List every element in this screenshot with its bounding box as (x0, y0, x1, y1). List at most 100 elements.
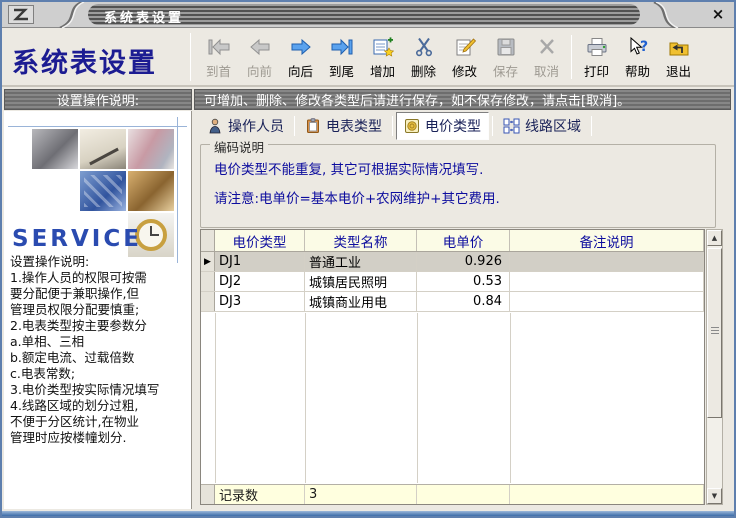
sidebar: SERVICE 设置操作说明: 1.操作人员的权限可按需 要分配便于兼职操作,但… (4, 111, 192, 509)
toolbar-label: 到首 (206, 61, 231, 80)
person-icon (207, 118, 223, 134)
photo-instruments (128, 129, 174, 169)
help-icon: ? (627, 35, 649, 59)
record-count-value: 3 (305, 485, 417, 504)
instructions-text: 设置操作说明: 1.操作人员的权限可按需 要分配便于兼职操作,但 管理员权限分配… (10, 254, 190, 446)
row-indicator-header (201, 230, 215, 251)
titlebar-curve-right (648, 2, 682, 28)
app-window: 系统表设置 × 系统表设置 到首 向前 (0, 0, 736, 518)
toolbar-label: 删除 (411, 61, 436, 80)
tab-price-types[interactable]: 电价类型 (396, 112, 489, 140)
table-row[interactable]: DJ2 城镇居民照明 0.53 (201, 272, 704, 292)
pages-arrows-icon (503, 118, 520, 134)
tab-line-areas[interactable]: 线路区域 (496, 113, 588, 139)
toolbar-label: 向前 (247, 61, 272, 80)
photo-tools (32, 129, 78, 169)
column-header-type-name: 类型名称 (305, 230, 417, 251)
cell-unit-price: 0.53 (417, 272, 510, 291)
cell-remarks (510, 292, 704, 311)
table-row[interactable]: ▶ DJ1 普通工业 0.926 (201, 252, 704, 272)
grid-line (417, 313, 418, 483)
cell-type-name: 城镇居民照明 (305, 272, 417, 291)
scrollbar-thumb[interactable] (707, 248, 722, 418)
main-panel: 操作人员 电表类型 电价类型 线路区域 编码说明 电价类型不能重复, 其它可根据… (195, 111, 731, 509)
row-indicator (201, 292, 215, 311)
toolbar-label: 修改 (452, 61, 477, 80)
save-button[interactable]: 保存 (485, 31, 526, 83)
scroll-down-button[interactable]: ▼ (707, 488, 722, 504)
toolbar-label: 取消 (534, 61, 559, 80)
clipboard-icon (305, 118, 321, 134)
toolbar-label: 增加 (370, 61, 395, 80)
tab-label: 操作人员 (228, 116, 284, 136)
scroll-up-button[interactable]: ▲ (707, 230, 722, 246)
service-text: SERVICE (12, 226, 142, 252)
cell-remarks (510, 252, 704, 271)
page-title: 系统表设置 (12, 41, 184, 80)
header-separator (190, 33, 191, 81)
column-header-remarks: 备注说明 (510, 230, 704, 251)
tab-separator (392, 116, 393, 136)
help-button[interactable]: ? 帮助 (617, 31, 658, 83)
collage-hairline-h (8, 126, 187, 127)
photo-gold (128, 171, 174, 211)
tab-label: 电表类型 (326, 116, 382, 136)
toolbar-label: 保存 (493, 61, 518, 80)
tab-separator (492, 116, 493, 136)
empty-grid-area (201, 313, 704, 483)
save-floppy-icon (496, 35, 516, 59)
table-scrollbar[interactable]: ▲ ▼ (706, 229, 723, 505)
toolbar-separator (571, 35, 572, 79)
cancel-x-icon (537, 35, 557, 59)
footer-indicator (201, 485, 215, 504)
delete-scissors-icon (414, 35, 434, 59)
to-last-icon (330, 35, 354, 59)
add-button[interactable]: 增加 (362, 31, 403, 83)
groupbox-title: 编码说明 (210, 137, 268, 156)
coding-notes-groupbox: 编码说明 电价类型不能重复, 其它可根据实际情况填写. 请注意:电单价=基本电价… (200, 144, 716, 228)
to-last-button[interactable]: 到尾 (321, 31, 362, 83)
close-button[interactable]: × (709, 5, 727, 23)
to-first-icon (207, 35, 231, 59)
toolbar-label: 向后 (288, 61, 313, 80)
window-title: 系统表设置 (104, 7, 184, 26)
window-bottom-edge (2, 511, 734, 516)
cancel-button[interactable]: 取消 (526, 31, 567, 83)
toolbar-label: 帮助 (625, 61, 650, 80)
toolbar: 系统表设置 到首 向前 向后 (2, 29, 734, 87)
delete-button[interactable]: 删除 (403, 31, 444, 83)
previous-icon (248, 35, 272, 59)
table-header-row: 电价类型 类型名称 电单价 备注说明 (201, 230, 704, 252)
grid-line (510, 313, 511, 483)
status-message: 可增加、删除、修改各类型后请进行保存，如不保存修改，请点击[取消]。 (194, 89, 731, 110)
photo-pen (80, 129, 126, 169)
collage-hairline-v (177, 117, 178, 263)
table-row[interactable]: DJ3 城镇商业用电 0.84 (201, 292, 704, 312)
photo-keyboard (80, 171, 126, 211)
previous-button[interactable]: 向前 (239, 31, 280, 83)
tab-separator (591, 116, 592, 136)
cell-type-name: 普通工业 (305, 252, 417, 271)
table-footer-row: 记录数 3 (201, 484, 704, 504)
to-first-button[interactable]: 到首 (198, 31, 239, 83)
exit-icon (668, 35, 690, 59)
tab-bar: 操作人员 电表类型 电价类型 线路区域 (195, 111, 731, 140)
tab-meter-types[interactable]: 电表类型 (298, 113, 389, 139)
svg-text:?: ? (640, 39, 648, 55)
title-bar: 系统表设置 × (2, 2, 734, 28)
current-row-indicator: ▶ (201, 252, 215, 271)
exit-button[interactable]: 退出 (658, 31, 699, 83)
groupbox-note-2: 请注意:电单价=基本电价+农网维护+其它费用. (214, 187, 715, 207)
add-icon (372, 35, 394, 59)
grid-line (215, 313, 216, 483)
cell-remarks (510, 272, 704, 291)
modify-button[interactable]: 修改 (444, 31, 485, 83)
tab-operators[interactable]: 操作人员 (200, 113, 291, 139)
print-icon (585, 35, 609, 59)
row-indicator (201, 272, 215, 291)
titlebar-curve-left (54, 2, 88, 28)
cell-price-type: DJ2 (215, 272, 305, 291)
footer-empty-cell (417, 485, 510, 504)
print-button[interactable]: 打印 (576, 31, 617, 83)
next-button[interactable]: 向后 (280, 31, 321, 83)
